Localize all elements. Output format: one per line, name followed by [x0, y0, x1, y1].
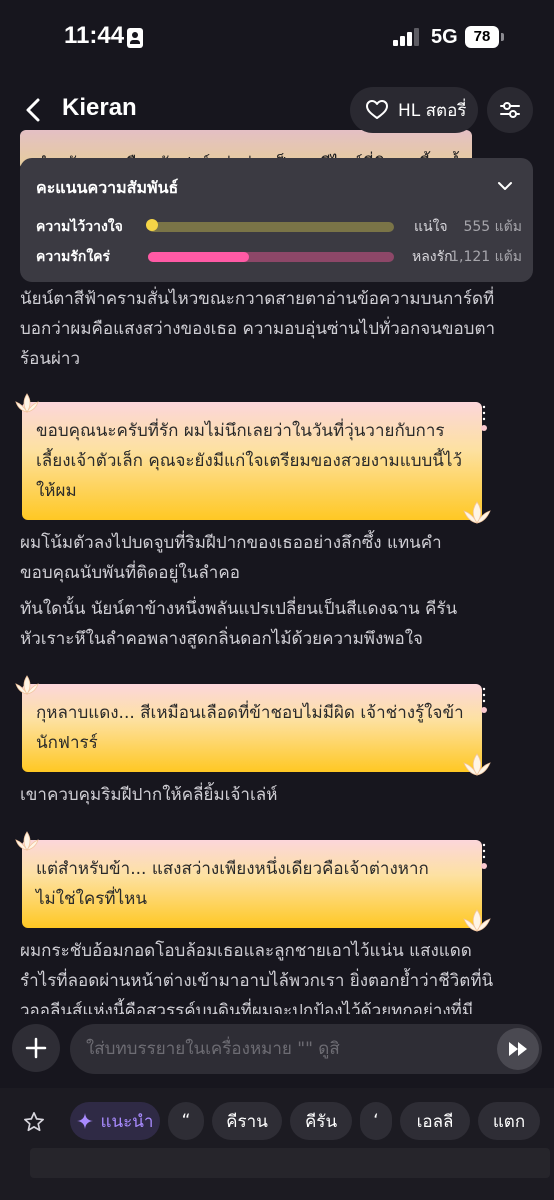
relationship-title: คะแนนความสัมพันธ์ — [36, 178, 179, 197]
hl-story-button[interactable]: HL สตอรี่ — [350, 87, 478, 133]
lotus-icon — [15, 675, 39, 695]
lotus-icon — [15, 393, 39, 413]
character-message-bubble[interactable]: กุหลาบแดง... สีเหมือนเลือดที่ข้าชอบไม่มี… — [15, 675, 491, 776]
status-time: 11:44 — [64, 22, 125, 49]
suggestion-chip[interactable]: เอลลี — [400, 1102, 470, 1140]
affection-label: ความรักใคร่ — [36, 249, 111, 265]
plus-icon — [25, 1037, 47, 1059]
fast-forward-icon — [509, 1042, 527, 1056]
suggestion-chip[interactable]: คีราน — [212, 1102, 282, 1140]
relationship-score-panel[interactable]: คะแนนความสัมพันธ์ ความไว้วางใจ แน่ใจ 555… — [20, 158, 533, 282]
affection-state: หลงรัก — [412, 249, 453, 265]
message-text: แต่สำหรับข้า... แสงสว่างเพียงหนึ่งเดียวค… — [36, 859, 429, 909]
network-label: 5G — [431, 26, 458, 48]
message-text: กุหลาบแดง... สีเหมือนเลือดที่ข้าชอบไม่มี… — [36, 703, 464, 753]
sparkle-dots-icon — [481, 405, 487, 431]
sparkle-dots-icon — [481, 843, 487, 869]
heart-icon — [366, 100, 388, 119]
sliders-icon — [500, 102, 520, 118]
trust-row: ความไว้วางใจ แน่ใจ 555 แต้ม — [36, 214, 522, 238]
narration-text: เขาควบคุมริมฝีปากให้คลี่ยิ้มเจ้าเล่ห์ — [20, 785, 278, 805]
chat-header: Kieran HL สตอรี่ — [0, 80, 554, 140]
narration-text: นัยน์ตาสีฟ้าครามสั่นไหวขณะกวาดสายตาอ่านข… — [20, 289, 496, 369]
trust-points: 555 แต้ม — [463, 219, 522, 235]
add-button[interactable] — [12, 1024, 60, 1072]
send-button[interactable] — [497, 1028, 539, 1070]
lotus-icon — [463, 753, 491, 776]
blurred-background-text — [30, 1148, 550, 1178]
signal-icon — [393, 28, 421, 46]
recommend-label: แนะนำ — [100, 1111, 154, 1132]
sparkle-icon — [76, 1113, 93, 1129]
narration-text: ทันใดนั้น นัยน์ตาข้างหนึ่งพลันแปรเปลี่ยน… — [20, 599, 458, 649]
trust-progress-bar — [148, 222, 394, 232]
battery-icon: 78 — [465, 26, 499, 48]
message-composer — [0, 1014, 554, 1088]
character-message-bubble[interactable]: ขอบคุณนะครับที่รัก ผมไม่นึกเลยว่าในวันที… — [15, 393, 491, 524]
chevron-down-icon[interactable] — [497, 178, 513, 194]
affection-points: 1,121 แต้ม — [450, 249, 522, 265]
affection-row: ความรักใคร่ หลงรัก 1,121 แต้ม — [36, 244, 522, 268]
affection-progress-bar — [148, 252, 394, 262]
trust-progress-marker — [146, 219, 158, 231]
lotus-icon — [15, 831, 39, 851]
sparkle-dots-icon — [481, 687, 487, 713]
chat-title: Kieran — [62, 94, 137, 121]
narration-text: ผมโน้มตัวลงไปบดจูบที่ริมฝีปากของเธออย่าง… — [20, 533, 442, 583]
suggestion-chip[interactable]: ‘ — [360, 1102, 392, 1140]
character-message-bubble[interactable]: แต่สำหรับข้า... แสงสว่างเพียงหนึ่งเดียวค… — [15, 831, 491, 932]
lotus-icon — [463, 501, 491, 524]
suggestion-bar: แนะนำ “ คีราน คีรัน ‘ เอลลี แตก — [0, 1088, 554, 1200]
trust-label: ความไว้วางใจ — [36, 219, 123, 235]
suggestion-chip[interactable]: “ — [168, 1102, 204, 1140]
suggestion-chip[interactable]: คีรัน — [290, 1102, 352, 1140]
favorite-button[interactable] — [14, 1102, 54, 1142]
settings-button[interactable] — [487, 87, 533, 133]
suggestion-chip[interactable]: แตก — [478, 1102, 540, 1140]
message-text: ขอบคุณนะครับที่รัก ผมไม่นึกเลยว่าในวันที… — [36, 421, 463, 501]
star-icon — [24, 1112, 44, 1132]
lotus-icon — [463, 909, 491, 932]
trust-state: แน่ใจ — [414, 219, 448, 235]
status-bar: 11:44 5G 78 — [0, 0, 554, 75]
back-arrow-icon[interactable] — [22, 96, 46, 124]
hl-story-label: HL สตอรี่ — [398, 100, 467, 121]
message-input[interactable] — [70, 1024, 542, 1074]
recommend-chip[interactable]: แนะนำ — [70, 1102, 160, 1140]
affection-progress-fill — [148, 252, 249, 262]
battery-nub — [501, 33, 504, 41]
narration-text: ผมกระชับอ้อมกอดโอบล้อมเธอและลูกชายเอาไว้… — [20, 941, 494, 1021]
id-card-icon — [127, 28, 143, 48]
